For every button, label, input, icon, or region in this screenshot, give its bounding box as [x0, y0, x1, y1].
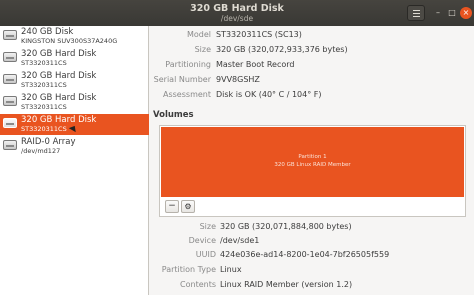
assessment-value: Disk is OK (40° C / 104° F)	[216, 90, 322, 99]
volume-detail-device: Device /dev/sde1	[150, 234, 474, 248]
harddisk-icon	[3, 30, 17, 40]
volumes-graphic: Partition 1 320 GB Linux RAID Member − ⚙	[159, 125, 466, 217]
size-label: Size	[194, 45, 211, 54]
partition-1-block[interactable]: Partition 1 320 GB Linux RAID Member	[161, 127, 464, 197]
disk-model: ST3320311CS	[21, 103, 67, 111]
vol-device-value: /dev/sde1	[220, 236, 260, 245]
vol-size-label: Size	[199, 222, 216, 231]
vol-uuid-label: UUID	[195, 250, 216, 259]
disk-list-sidebar: 240 GB Disk KINGSTON SUV300S37A240G 320 …	[0, 26, 149, 295]
mouse-pointer-icon	[68, 123, 79, 133]
detail-assessment: Assessment Disk is OK (40° C / 104° F)	[150, 88, 474, 102]
minimize-button[interactable]: –	[432, 7, 444, 19]
disk-model: ST3320311CS	[21, 125, 67, 133]
disk-item-320gb-1[interactable]: 320 GB Hard Disk ST3320311CS	[0, 48, 149, 69]
disk-item-240gb[interactable]: 240 GB Disk KINGSTON SUV300S37A240G	[0, 26, 149, 47]
menu-line-icon	[413, 16, 420, 17]
maximize-button[interactable]: □	[446, 7, 458, 19]
menu-line-icon	[413, 13, 420, 14]
volumes-heading: Volumes	[153, 110, 194, 120]
disk-name: 320 GB Hard Disk	[21, 115, 97, 125]
partitioning-label: Partitioning	[165, 60, 211, 69]
disk-model: KINGSTON SUV300S37A240G	[21, 37, 118, 45]
disk-model: ST3320311CS	[21, 59, 67, 67]
delete-partition-button[interactable]: −	[165, 200, 179, 213]
volume-detail-uuid: UUID 424e036e-ad14-8200-1e04-7bf26505f55…	[150, 248, 474, 262]
serial-value: 9VV8GSHZ	[216, 75, 260, 84]
vol-type-value: Linux	[220, 265, 242, 274]
vol-device-label: Device	[188, 236, 216, 245]
detail-partitioning: Partitioning Master Boot Record	[150, 58, 474, 72]
disk-model: /dev/md127	[21, 147, 61, 155]
vol-contents-label: Contents	[180, 280, 216, 289]
disk-name: 240 GB Disk	[21, 27, 74, 37]
vol-uuid-value: 424e036e-ad14-8200-1e04-7bf26505f559	[220, 250, 390, 259]
detail-model: Model ST3320311CS (SC13)	[150, 28, 474, 42]
window-titlebar[interactable]: 320 GB Hard Disk /dev/sde – □ ×	[0, 0, 474, 26]
hamburger-menu-button[interactable]	[407, 5, 425, 21]
partition-options-gear-icon[interactable]: ⚙	[181, 200, 195, 213]
partitioning-value: Master Boot Record	[216, 60, 295, 69]
disk-item-raid0[interactable]: RAID-0 Array /dev/md127	[0, 136, 149, 157]
assessment-label: Assessment	[163, 90, 211, 99]
disk-item-320gb-4-selected[interactable]: 320 GB Hard Disk ST3320311CS	[0, 114, 149, 135]
disk-details-panel: Model ST3320311CS (SC13) Size 320 GB (32…	[150, 26, 474, 295]
raid-icon	[3, 140, 17, 150]
detail-serial: Serial Number 9VV8GSHZ	[150, 73, 474, 87]
harddisk-icon	[3, 52, 17, 62]
vol-type-label: Partition Type	[161, 265, 216, 274]
window-subtitle: /dev/sde	[220, 14, 254, 23]
window-title: 320 GB Hard Disk	[190, 3, 284, 14]
vol-size-value: 320 GB (320,071,884,800 bytes)	[220, 222, 352, 231]
harddisk-icon	[3, 118, 17, 128]
disk-item-320gb-2[interactable]: 320 GB Hard Disk ST3320311CS	[0, 70, 149, 91]
model-label: Model	[186, 30, 211, 39]
vol-contents-value: Linux RAID Member (version 1.2)	[220, 280, 353, 289]
disk-name: 320 GB Hard Disk	[21, 93, 97, 103]
disk-name: RAID-0 Array	[21, 137, 76, 147]
disk-model: ST3320311CS	[21, 81, 67, 89]
disk-name: 320 GB Hard Disk	[21, 49, 97, 59]
partition-description: 320 GB Linux RAID Member	[274, 162, 351, 168]
model-value: ST3320311CS (SC13)	[216, 30, 302, 39]
disk-name: 320 GB Hard Disk	[21, 71, 97, 81]
menu-line-icon	[413, 10, 420, 11]
harddisk-icon	[3, 96, 17, 106]
detail-size: Size 320 GB (320,072,933,376 bytes)	[150, 43, 474, 57]
harddisk-icon	[3, 74, 17, 84]
disk-item-320gb-3[interactable]: 320 GB Hard Disk ST3320311CS	[0, 92, 149, 113]
volume-detail-size: Size 320 GB (320,071,884,800 bytes)	[150, 220, 474, 234]
size-value: 320 GB (320,072,933,376 bytes)	[216, 45, 348, 54]
close-button[interactable]: ×	[460, 7, 472, 19]
partition-name: Partition 1	[298, 154, 327, 160]
volume-detail-type: Partition Type Linux	[150, 263, 474, 277]
serial-label: Serial Number	[153, 75, 211, 84]
volume-detail-contents: Contents Linux RAID Member (version 1.2)	[150, 278, 474, 292]
